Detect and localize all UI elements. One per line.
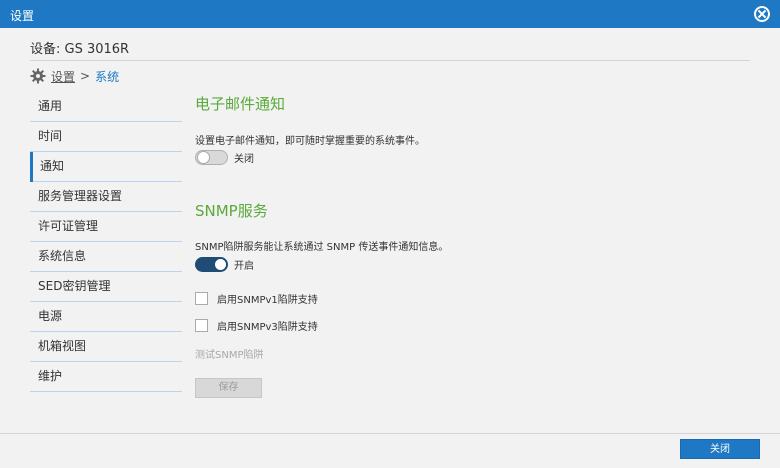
snmp-section-title: SNMP服务 bbox=[195, 202, 268, 220]
email-toggle[interactable] bbox=[195, 150, 228, 165]
breadcrumb: 设置 > 系统 bbox=[30, 67, 119, 85]
breadcrumb-separator: > bbox=[80, 69, 91, 83]
snmp-description: SNMP陷阱服务能让系统通过 SNMP 传送事件通知信息。 bbox=[195, 242, 449, 253]
breadcrumb-settings-link[interactable]: 设置 bbox=[51, 68, 75, 85]
footer-divider bbox=[0, 433, 780, 434]
email-toggle-row: 关闭 bbox=[195, 150, 254, 165]
close-window-icon[interactable] bbox=[754, 6, 770, 22]
window-title: 设置 bbox=[10, 9, 35, 23]
title-bar: 设置 bbox=[0, 0, 780, 28]
sidebar-item-sed-key[interactable]: SED密钥管理 bbox=[30, 272, 182, 302]
sidebar-item-notification[interactable]: 通知 bbox=[30, 152, 182, 182]
gear-icon bbox=[30, 68, 46, 84]
sidebar-item-power[interactable]: 电源 bbox=[30, 302, 182, 332]
snmpv1-row: 启用SNMPv1陷阱支持 bbox=[195, 291, 318, 306]
email-section-title: 电子邮件通知 bbox=[195, 95, 286, 113]
breadcrumb-current: 系统 bbox=[95, 69, 120, 84]
test-snmp-trap-link[interactable]: 测试SNMP陷阱 bbox=[195, 346, 264, 361]
sidebar-item-service-manager[interactable]: 服务管理器设置 bbox=[30, 182, 182, 212]
sidebar-nav: 通用 时间 通知 服务管理器设置 许可证管理 系统信息 SED密钥管理 电源 机… bbox=[30, 92, 182, 392]
sidebar-item-maintenance[interactable]: 维护 bbox=[30, 362, 182, 392]
toggle-knob bbox=[197, 151, 210, 164]
sidebar-item-system-info[interactable]: 系统信息 bbox=[30, 242, 182, 272]
sidebar-item-license[interactable]: 许可证管理 bbox=[30, 212, 182, 242]
save-button[interactable]: 保存 bbox=[195, 378, 262, 398]
device-label: 设备: GS 3016R bbox=[30, 42, 130, 57]
snmp-toggle-label: 开启 bbox=[234, 261, 254, 272]
email-description: 设置电子邮件通知，即可随时掌握重要的系统事件。 bbox=[195, 136, 425, 147]
snmp-toggle[interactable] bbox=[195, 257, 228, 272]
email-toggle-label: 关闭 bbox=[234, 154, 254, 165]
snmpv3-row: 启用SNMPv3陷阱支持 bbox=[195, 318, 318, 333]
snmp-toggle-row: 开启 bbox=[195, 257, 254, 272]
sidebar-item-time[interactable]: 时间 bbox=[30, 122, 182, 152]
close-button[interactable]: 关闭 bbox=[680, 439, 760, 459]
sidebar-item-chassis-view[interactable]: 机箱视图 bbox=[30, 332, 182, 362]
snmpv3-checkbox[interactable] bbox=[195, 319, 208, 332]
divider bbox=[30, 60, 750, 61]
snmpv3-label: 启用SNMPv3陷阱支持 bbox=[217, 322, 318, 333]
sidebar-item-general[interactable]: 通用 bbox=[30, 92, 182, 122]
toggle-knob bbox=[214, 258, 227, 271]
snmpv1-checkbox[interactable] bbox=[195, 292, 208, 305]
snmpv1-label: 启用SNMPv1陷阱支持 bbox=[217, 295, 318, 306]
